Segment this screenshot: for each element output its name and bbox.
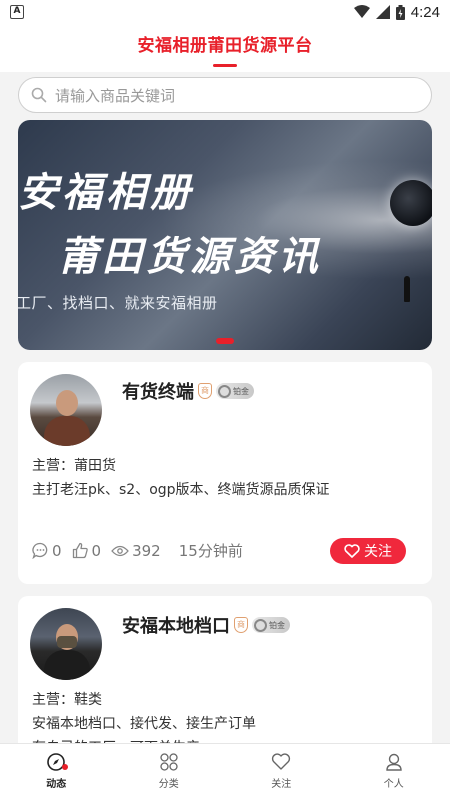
- avatar[interactable]: [30, 374, 102, 446]
- post-description: 安福本地档口、接代发、接生产订单: [32, 716, 256, 732]
- post-card[interactable]: 安福本地档口 商 铂金 主营：鞋类 安福本地档口、接代发、接生产订单 有自己的工…: [18, 596, 432, 756]
- main-category: 主营：鞋类: [32, 692, 102, 708]
- comment-stat[interactable]: 0: [32, 542, 62, 560]
- comment-icon: [32, 542, 48, 559]
- search-input[interactable]: 请输入商品关键词: [18, 77, 432, 113]
- page-title: 安福相册莆田货源平台: [137, 36, 313, 56]
- like-count: 0: [91, 541, 102, 560]
- banner-subtitle: 工厂、找档口、就来安福相册: [18, 294, 218, 312]
- tab-profile[interactable]: 个人: [338, 744, 450, 800]
- follow-button[interactable]: 关注: [330, 538, 406, 564]
- heart-icon: [344, 544, 360, 558]
- bottom-tab-bar: 动态 分类 关注 个人: [0, 743, 450, 800]
- eye-icon: [111, 545, 129, 556]
- tab-feed[interactable]: 动态: [0, 744, 113, 800]
- notification-dot: [62, 764, 68, 770]
- thumbs-up-icon: [72, 542, 88, 559]
- post-time: 15分钟前: [178, 542, 243, 560]
- banner-title-line2: 莆田货源资讯: [58, 234, 322, 280]
- wifi-icon: [353, 5, 370, 18]
- page-header: 安福相册莆田货源平台: [0, 24, 450, 72]
- tab-label: 动态: [46, 779, 67, 790]
- person-icon: [386, 753, 402, 771]
- merchant-badge-icon: 商: [198, 383, 212, 399]
- medal-icon: [218, 384, 231, 398]
- level-label: 铂金: [233, 386, 249, 396]
- battery-icon: [395, 4, 405, 20]
- status-bar: A 4:24: [0, 0, 450, 24]
- banner-title-line1: 安福相册: [18, 170, 194, 216]
- tab-follow[interactable]: 关注: [225, 744, 338, 800]
- tab-category[interactable]: 分类: [113, 744, 226, 800]
- comment-count: 0: [52, 541, 62, 560]
- tab-label: 个人: [383, 779, 404, 790]
- post-description: 主打老汪pk、s2、ogp版本、终端货源品质保证: [32, 482, 330, 498]
- grid-icon: [160, 753, 178, 771]
- carousel-indicator[interactable]: [216, 338, 234, 344]
- view-count: 392: [132, 541, 161, 560]
- like-stat[interactable]: 0: [72, 541, 102, 560]
- shop-name[interactable]: 有货终端: [122, 378, 194, 404]
- level-badge: 铂金: [252, 617, 290, 633]
- person-silhouette: [404, 276, 410, 302]
- clock: 4:24: [410, 3, 440, 21]
- search-placeholder: 请输入商品关键词: [55, 86, 176, 105]
- heart-icon: [272, 753, 291, 770]
- merchant-badge-icon: 商: [234, 617, 248, 633]
- follow-label: 关注: [364, 544, 392, 560]
- title-underline: [213, 64, 237, 67]
- level-badge: 铂金: [216, 383, 254, 399]
- search-icon: [31, 87, 47, 103]
- tab-label: 分类: [158, 779, 179, 790]
- avatar[interactable]: [30, 608, 102, 680]
- signal-icon: [375, 5, 390, 19]
- medal-icon: [254, 618, 267, 632]
- tab-label: 关注: [271, 779, 292, 790]
- app-notification-icon: A: [10, 5, 24, 19]
- planet-graphic: [390, 180, 432, 226]
- post-card[interactable]: 有货终端 商 铂金 主营：莆田货 主打老汪pk、s2、ogp版本、终端货源品质保…: [18, 362, 432, 584]
- promo-banner[interactable]: 安福相册 莆田货源资讯 工厂、找档口、就来安福相册: [18, 120, 432, 350]
- view-stat: 392: [111, 542, 161, 560]
- level-label: 铂金: [269, 620, 285, 630]
- shop-name[interactable]: 安福本地档口: [122, 612, 230, 638]
- main-category: 主营：莆田货: [32, 458, 116, 474]
